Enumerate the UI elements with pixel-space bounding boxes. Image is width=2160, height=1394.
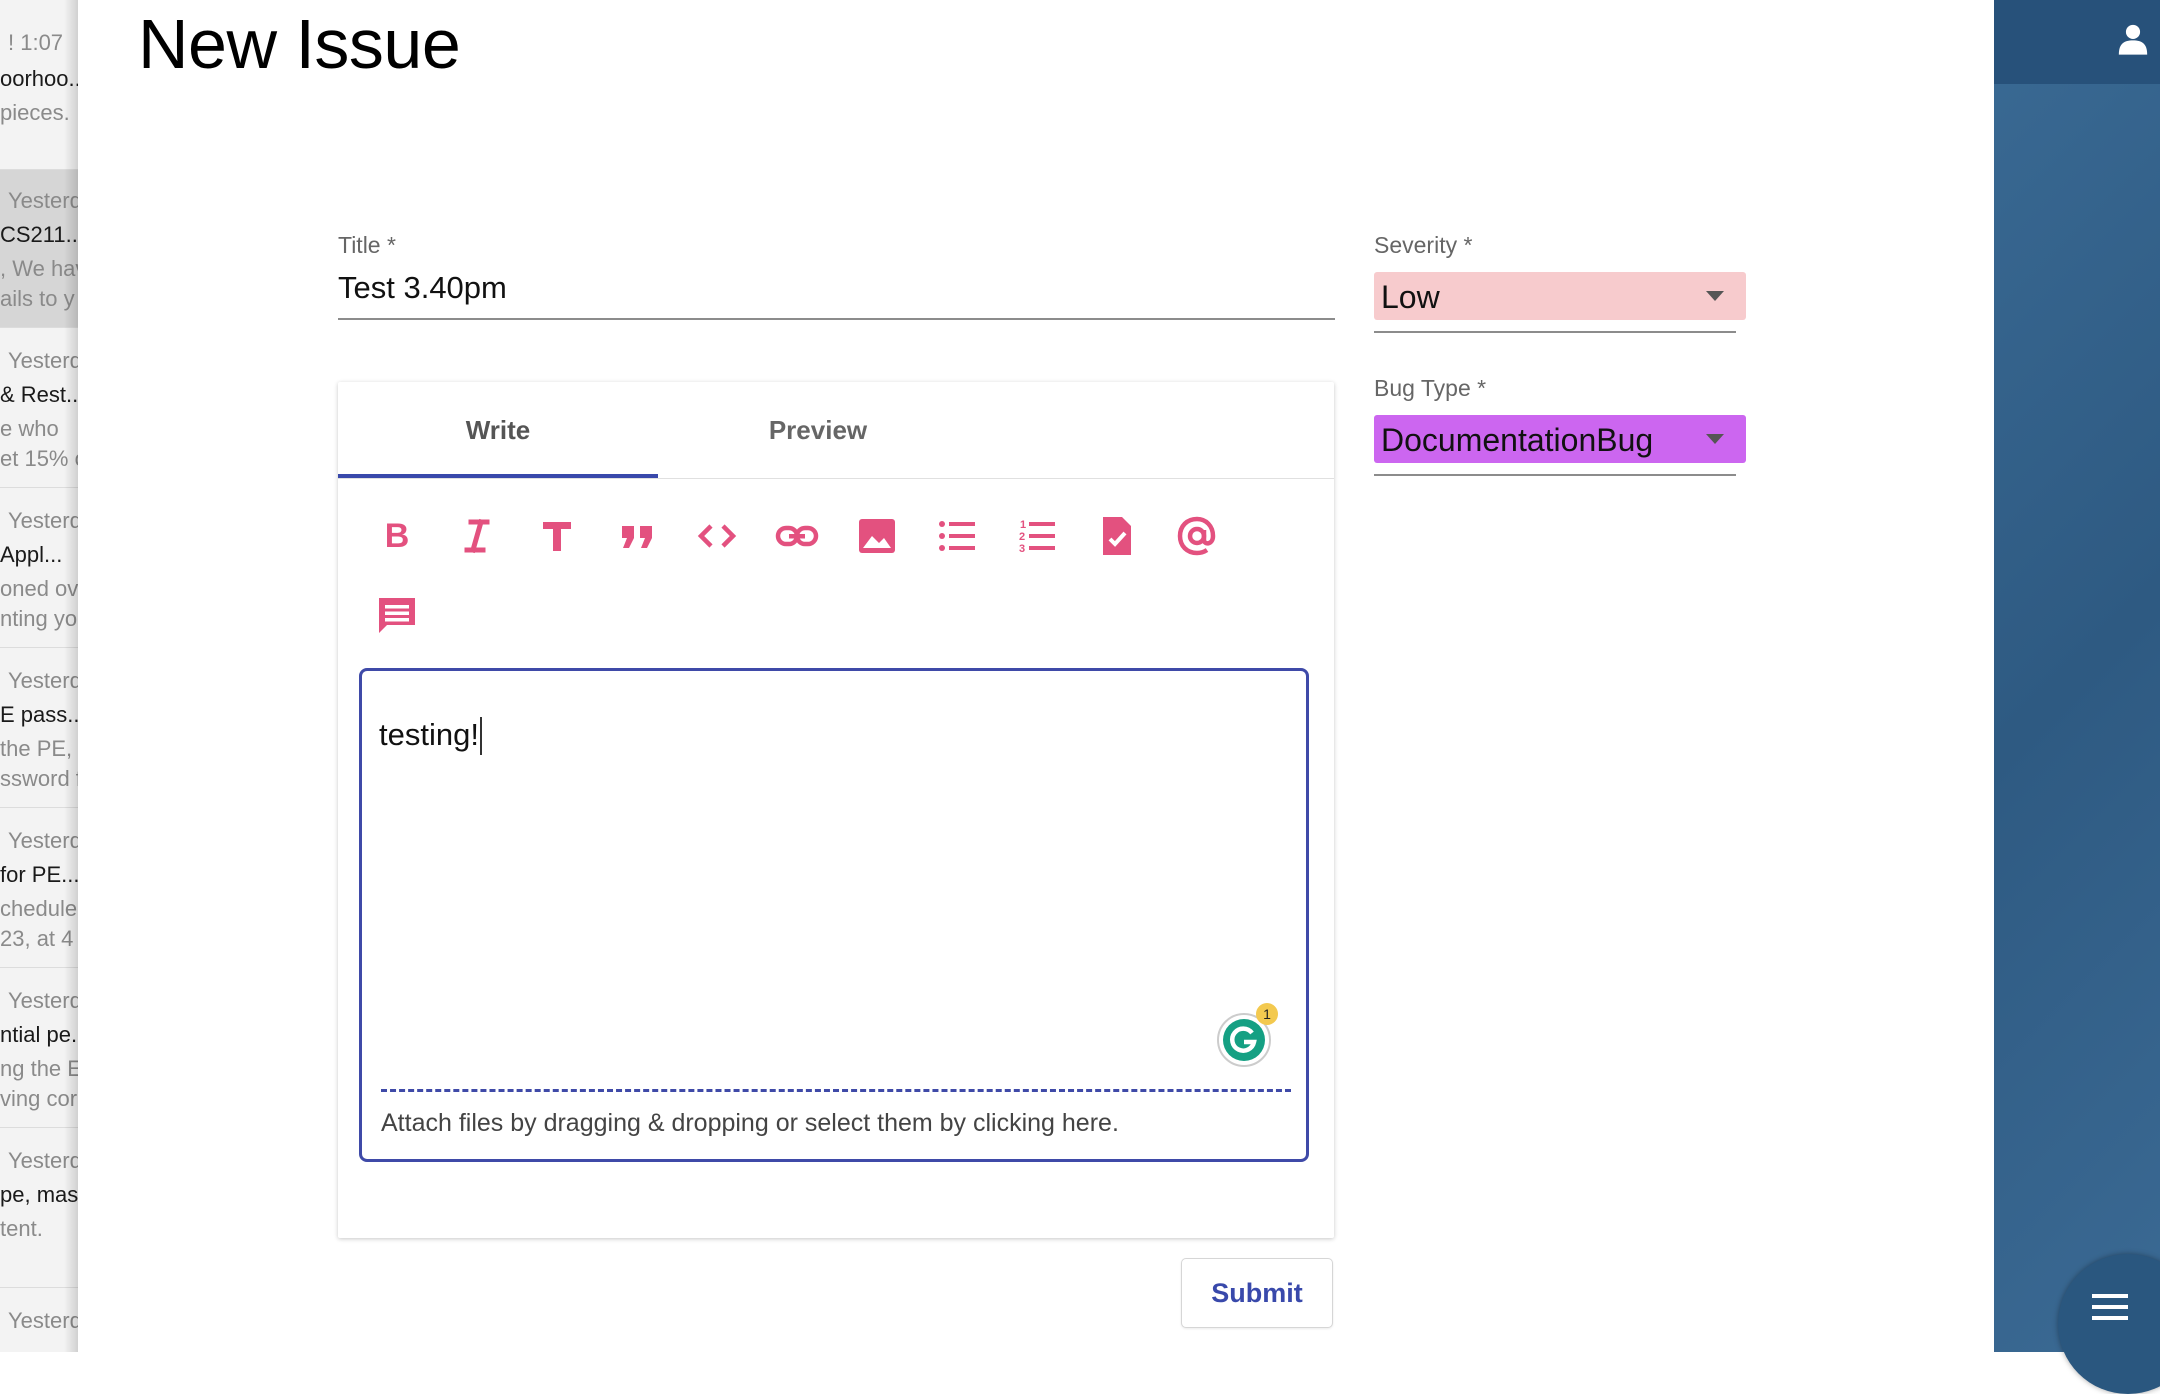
dropdown-arrow-icon	[1706, 291, 1724, 301]
mail-list-strip: ! 1:07 oorhoo... pieces. Yesterd CS211..…	[0, 0, 78, 1352]
bug-type-value: DocumentationBug	[1381, 422, 1654, 458]
strip-shadow	[64, 0, 78, 1352]
tab-divider	[338, 478, 1334, 479]
svg-text:B: B	[385, 517, 410, 555]
tab-write[interactable]: Write	[338, 382, 658, 478]
comment-icon	[379, 598, 415, 633]
link-icon	[775, 525, 819, 547]
task-list-button[interactable]	[1093, 512, 1141, 560]
code-icon	[697, 524, 737, 548]
text-caret	[480, 717, 482, 755]
italic-button[interactable]	[453, 512, 501, 560]
grammarly-count-badge: 1	[1256, 1003, 1278, 1025]
bug-type-select[interactable]: DocumentationBug	[1374, 415, 1746, 463]
link-button[interactable]	[773, 512, 821, 560]
comment-textarea[interactable]: testing! 1 Attach files by dragging & dr…	[359, 668, 1309, 1162]
severity-label: Severity *	[1374, 232, 1473, 258]
quote-icon	[622, 526, 652, 548]
bold-icon: B	[385, 517, 410, 555]
bug-type-underline	[1374, 474, 1736, 476]
title-input[interactable]: Test 3.40pm	[338, 270, 507, 306]
bulleted-list-button[interactable]	[933, 512, 981, 560]
mail-preview: 23, at 4	[0, 926, 74, 951]
attach-files-hint[interactable]: Attach files by dragging & dropping or s…	[381, 1109, 1119, 1138]
mail-preview: the PE,	[0, 736, 73, 761]
bulleted-list-icon	[939, 521, 975, 551]
submit-button[interactable]: Submit	[1181, 1258, 1333, 1328]
numbered-list-icon: 1 2 3	[1019, 519, 1055, 555]
mention-icon	[1177, 516, 1216, 556]
mail-preview: pieces.	[0, 100, 70, 125]
mail-preview: e who	[0, 416, 59, 441]
svg-text:3: 3	[1019, 543, 1025, 555]
quote-button[interactable]	[613, 512, 661, 560]
image-button[interactable]	[853, 512, 901, 560]
mail-time: ! 1:07	[8, 30, 64, 55]
svg-text:1: 1	[1020, 519, 1026, 531]
severity-value: Low	[1381, 279, 1440, 315]
markdown-editor: Write Preview B 1 2 3 testing! 1 Attach …	[338, 382, 1334, 1238]
code-button[interactable]	[693, 512, 741, 560]
title-label: Title *	[338, 232, 396, 258]
dropdown-arrow-icon	[1706, 434, 1724, 444]
mail-preview: tent.	[0, 1216, 43, 1241]
hamburger-menu-icon	[2092, 1294, 2128, 1320]
image-icon	[859, 519, 895, 553]
heading-icon	[543, 522, 571, 551]
mention-button[interactable]	[1173, 512, 1221, 560]
severity-underline	[1374, 331, 1736, 333]
heading-button[interactable]	[533, 512, 581, 560]
mail-subject: Appl...	[0, 542, 63, 567]
attach-divider	[381, 1089, 1291, 1092]
svg-text:2: 2	[1019, 531, 1025, 543]
tab-preview[interactable]: Preview	[658, 382, 978, 478]
bold-button[interactable]: B	[373, 512, 421, 560]
user-icon[interactable]	[2116, 22, 2150, 56]
severity-select[interactable]: Low	[1374, 272, 1746, 320]
editor-text: testing!	[379, 717, 479, 752]
bug-type-label: Bug Type *	[1374, 375, 1487, 401]
side-panel	[1994, 0, 2160, 1352]
italic-icon	[464, 518, 490, 554]
comment-button[interactable]	[373, 592, 421, 640]
task-list-icon	[1103, 517, 1131, 555]
numbered-list-button[interactable]: 1 2 3	[1013, 512, 1061, 560]
title-input-underline	[338, 318, 1335, 320]
page-title: New Issue	[138, 5, 461, 83]
